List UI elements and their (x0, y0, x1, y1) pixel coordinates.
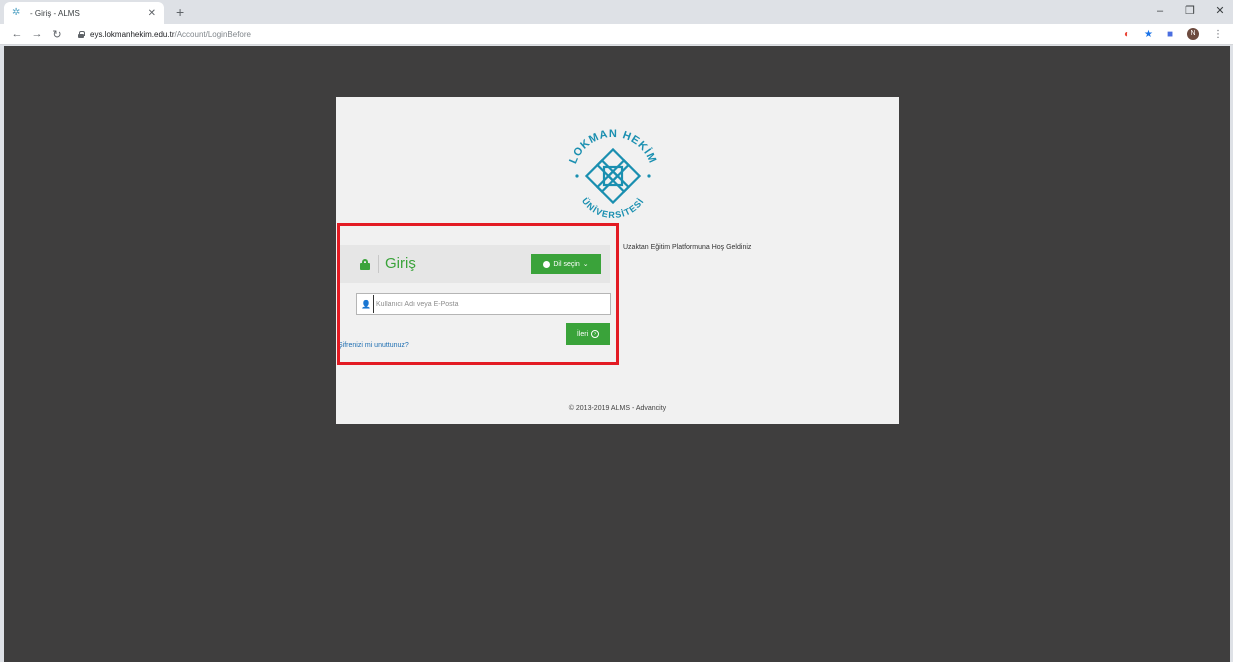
minimize-icon[interactable]: – (1153, 2, 1167, 20)
extension-icon[interactable]: ■ (1167, 29, 1173, 40)
close-window-icon[interactable]: ✕ (1213, 2, 1227, 20)
restore-icon[interactable]: ❐ (1183, 2, 1197, 20)
browser-toolbar: ← → ↻ eys.lokmanhekim.edu.tr /Account/Lo… (0, 24, 1233, 45)
tab-title: - Giriş - ALMS (30, 8, 80, 18)
page-viewport: LOKMAN HEKİM ÜNİVERSİTESİ Uzaktan Eğitim… (4, 46, 1230, 662)
menu-icon[interactable]: ⋮ (1213, 29, 1223, 40)
url-host: eys.lokmanhekim.edu.tr (90, 29, 175, 39)
arrow-right-circle-icon: › (591, 330, 600, 338)
user-icon: 👤 (361, 299, 371, 309)
welcome-text: Uzaktan Eğitim Platformuna Hoş Geldiniz (623, 244, 752, 251)
login-panel: Giriş Dil seçin ⌄ 👤 Şifrenizi mi unuttun… (338, 245, 611, 365)
forward-icon[interactable]: → (28, 28, 46, 41)
next-button[interactable]: İleri › (566, 323, 610, 345)
bookmark-star-icon[interactable]: ★ (1144, 29, 1153, 40)
globe-icon (543, 260, 551, 268)
language-select-button[interactable]: Dil seçin ⌄ (531, 254, 601, 274)
new-tab-icon[interactable]: + (176, 3, 184, 21)
university-logo: LOKMAN HEKİM ÜNİVERSİTESİ (567, 128, 658, 220)
login-card: LOKMAN HEKİM ÜNİVERSİTESİ Uzaktan Eğitim… (336, 97, 899, 424)
window-controls: – ❐ ✕ (1153, 2, 1227, 20)
login-title: Giriş (378, 255, 416, 273)
profile-avatar[interactable]: N (1187, 28, 1199, 40)
username-field-wrapper: 👤 (356, 293, 611, 315)
browser-tab[interactable]: ✲ - Giriş - ALMS ✕ (4, 2, 164, 24)
next-button-label: İleri (576, 330, 589, 338)
forgot-password-link[interactable]: Şifrenizi mi unuttunuz? (338, 342, 409, 349)
address-bar[interactable]: eys.lokmanhekim.edu.tr /Account/LoginBef… (78, 26, 1124, 43)
reload-icon[interactable]: ↻ (48, 28, 66, 41)
secure-lock-icon (78, 30, 85, 38)
toolbar-icons: ◐ ★ ■ N ⋮ (1124, 28, 1223, 40)
url-path: /Account/LoginBefore (174, 29, 251, 39)
nav-buttons: ← → ↻ (8, 28, 66, 41)
favicon-icon: ✲ (12, 7, 21, 18)
language-button-label: Dil seçin (553, 260, 580, 268)
svg-text:ÜNİVERSİTESİ: ÜNİVERSİTESİ (580, 196, 646, 220)
chevron-down-icon: ⌄ (582, 261, 589, 268)
copyright-footer: © 2013-2019 ALMS - Advancity (568, 405, 667, 412)
tab-strip: ✲ - Giriş - ALMS ✕ + – ❐ ✕ (0, 0, 1233, 24)
lock-icon (360, 259, 370, 270)
translate-icon[interactable]: ◐ (1124, 29, 1130, 40)
close-tab-icon[interactable]: ✕ (148, 8, 156, 19)
back-icon[interactable]: ← (8, 28, 26, 41)
svg-text:LOKMAN HEKİM: LOKMAN HEKİM (567, 128, 658, 166)
username-input[interactable] (373, 295, 610, 313)
login-header: Giriş Dil seçin ⌄ (338, 245, 610, 283)
